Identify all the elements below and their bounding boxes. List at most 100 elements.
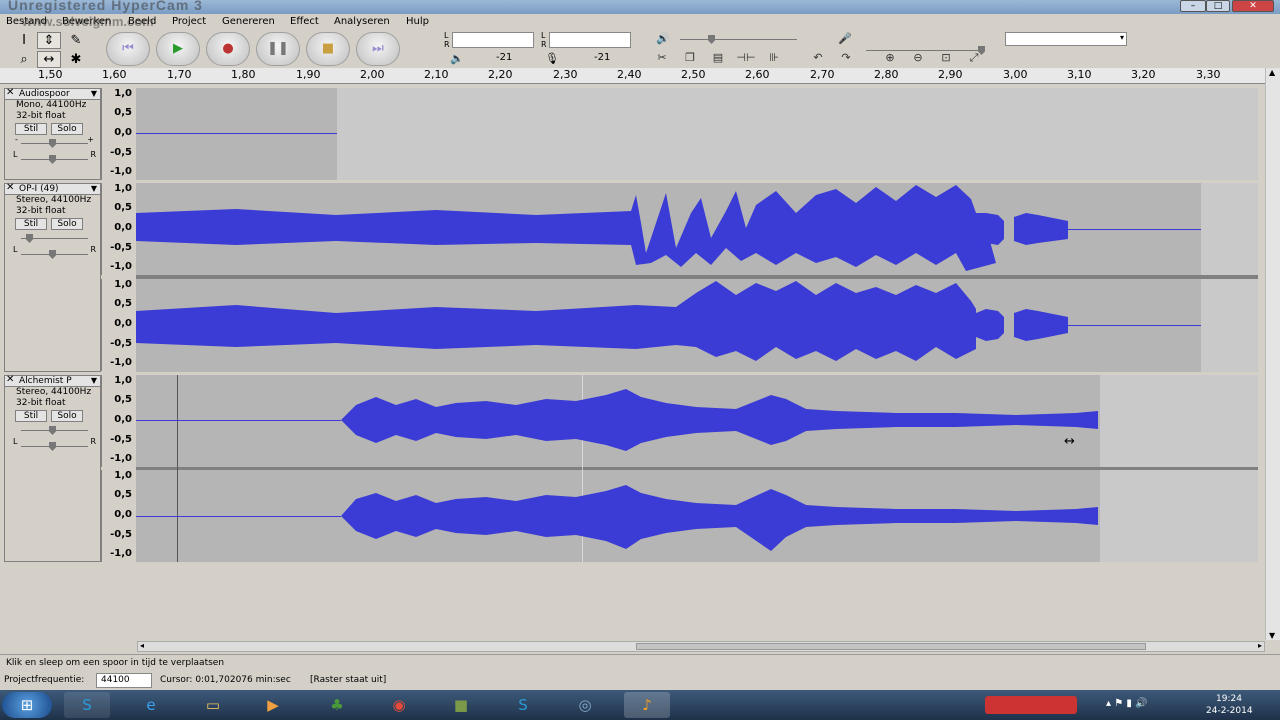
mute-button[interactable]: Stil bbox=[15, 410, 47, 422]
solo-button[interactable]: Solo bbox=[51, 410, 83, 422]
watermark-url: www.solveigmm.com bbox=[22, 14, 154, 29]
microphone-icon[interactable]: 🎙 bbox=[545, 52, 559, 65]
scroll-right-icon[interactable]: ▸ bbox=[1258, 641, 1262, 650]
watermark-text: Unregistered HyperCam 3 bbox=[8, 0, 203, 13]
horizontal-scrollbar[interactable]: ◂ ▸ bbox=[137, 641, 1265, 652]
scroll-up-icon[interactable]: ▲ bbox=[1269, 68, 1275, 77]
minimize-button[interactable]: – bbox=[1180, 0, 1206, 12]
playback-meter[interactable] bbox=[452, 32, 534, 48]
gain-slider[interactable] bbox=[17, 233, 92, 244]
pan-slider[interactable]: LR bbox=[13, 150, 96, 165]
pan-slider[interactable]: LR bbox=[13, 437, 96, 452]
audacity-icon[interactable]: ♪ bbox=[624, 692, 670, 718]
draw-tool-icon[interactable]: ✎ bbox=[64, 32, 88, 49]
gain-slider[interactable] bbox=[17, 425, 92, 436]
track-menu-chevron-icon[interactable]: ▼ bbox=[91, 184, 97, 194]
chevron-down-icon: ▾ bbox=[1119, 33, 1124, 42]
ruler-tick: 1,60 bbox=[102, 68, 127, 81]
input-volume-icon: 🎤 bbox=[838, 32, 852, 45]
playback-volume-slider[interactable] bbox=[676, 34, 801, 45]
track-name[interactable]: OP-I (49) bbox=[19, 184, 59, 194]
multi-tool-icon[interactable]: ✱ bbox=[64, 51, 88, 68]
speaker-icon[interactable]: 🔈 bbox=[450, 52, 464, 65]
paste-icon[interactable]: ▤ bbox=[708, 50, 728, 66]
track-vertical-scale: 1,0 0,5 0,0 -0,5 -1,0 bbox=[101, 88, 136, 180]
recording-indicator[interactable] bbox=[985, 696, 1077, 714]
pan-slider[interactable]: LR bbox=[13, 245, 96, 260]
scroll-thumb[interactable] bbox=[636, 643, 1146, 650]
scroll-left-icon[interactable]: ◂ bbox=[140, 641, 144, 650]
zoom-tool-icon[interactable]: ⌕ bbox=[12, 51, 36, 68]
skype-icon[interactable]: S bbox=[64, 692, 110, 718]
selection-tool-icon[interactable]: I bbox=[12, 32, 36, 49]
solo-button[interactable]: Solo bbox=[51, 123, 83, 135]
play-button[interactable]: ▶ bbox=[156, 32, 200, 66]
ruler-tick: 1,50 bbox=[38, 68, 63, 81]
file-explorer-icon[interactable]: ▭ bbox=[190, 692, 236, 718]
skype-window-icon[interactable]: S bbox=[500, 692, 546, 718]
start-button-icon[interactable]: ⊞ bbox=[2, 692, 52, 718]
menu-hulp[interactable]: Hulp bbox=[406, 16, 429, 27]
clock-time[interactable]: 19:24 bbox=[1216, 694, 1242, 704]
fit-project-icon[interactable]: ⤢ bbox=[964, 50, 984, 66]
rate-select[interactable]: 44100 bbox=[96, 673, 152, 688]
menu-project[interactable]: Project bbox=[172, 16, 206, 27]
media-player-icon[interactable]: ▶ bbox=[250, 692, 296, 718]
close-track-icon[interactable]: ✕ bbox=[6, 88, 14, 98]
timeline-ruler[interactable]: 1,50 1,60 1,70 1,80 1,90 2,00 2,10 2,20 … bbox=[0, 68, 1265, 84]
track-menu-chevron-icon[interactable]: ▼ bbox=[91, 376, 97, 386]
tree-app-icon[interactable]: ♣ bbox=[314, 692, 360, 718]
tray-icons[interactable]: ▴ ⚑ ▮ 🔊 bbox=[1106, 698, 1147, 709]
record-meter[interactable] bbox=[549, 32, 631, 48]
minecraft-icon[interactable]: ■ bbox=[438, 692, 484, 718]
rec-meter-left-label: L bbox=[541, 31, 546, 40]
resize-cursor-icon: ↔ bbox=[1064, 434, 1075, 449]
track-waveform-audiospoor[interactable] bbox=[136, 88, 1258, 180]
clock-date[interactable]: 24-2-2014 bbox=[1206, 706, 1253, 716]
track-menu-chevron-icon[interactable]: ▼ bbox=[91, 89, 97, 99]
zoom-out-icon[interactable]: ⊖ bbox=[908, 50, 928, 66]
menu-analyseren[interactable]: Analyseren bbox=[334, 16, 390, 27]
track-name[interactable]: Alchemist P bbox=[19, 376, 72, 386]
maximize-button[interactable]: □ bbox=[1206, 0, 1230, 12]
stop-button[interactable]: ■ bbox=[306, 32, 350, 66]
flat-waveform bbox=[136, 133, 337, 134]
zoom-in-icon[interactable]: ⊕ bbox=[880, 50, 900, 66]
timeshift-tool-icon[interactable]: ↔ bbox=[37, 51, 61, 68]
ruler-tick: 2,70 bbox=[810, 68, 835, 81]
mute-button[interactable]: Stil bbox=[15, 123, 47, 135]
track-name[interactable]: Audiospoor bbox=[19, 89, 70, 99]
silence-icon[interactable]: ⊪ bbox=[764, 50, 784, 66]
skip-end-button[interactable]: ⏭ bbox=[356, 32, 400, 66]
menu-effect[interactable]: Effect bbox=[290, 16, 319, 27]
mute-button[interactable]: Stil bbox=[15, 218, 47, 230]
ruler-tick: 2,40 bbox=[617, 68, 642, 81]
internet-explorer-icon[interactable]: e bbox=[128, 692, 174, 718]
track-waveform-alchemist[interactable] bbox=[136, 375, 1258, 562]
close-button[interactable]: ✕ bbox=[1232, 0, 1274, 12]
ruler-tick: 3,10 bbox=[1067, 68, 1092, 81]
track-waveform-op-i[interactable] bbox=[136, 183, 1258, 372]
close-track-icon[interactable]: ✕ bbox=[6, 375, 14, 385]
envelope-tool-icon[interactable]: ⇕ bbox=[37, 32, 61, 49]
gain-slider[interactable]: - + bbox=[15, 135, 94, 149]
copy-icon[interactable]: ❐ bbox=[680, 50, 700, 66]
pause-button[interactable]: ❚❚ bbox=[256, 32, 300, 66]
trim-icon[interactable]: ⊣⊢ bbox=[736, 50, 756, 66]
vertical-scrollbar[interactable]: ▲ ▼ bbox=[1265, 68, 1280, 640]
record-button[interactable]: ● bbox=[206, 32, 250, 66]
hypercam-icon[interactable]: ◎ bbox=[562, 692, 608, 718]
redo-icon[interactable]: ↷ bbox=[836, 50, 856, 66]
input-device-select[interactable]: ▾ bbox=[1005, 32, 1127, 46]
fit-selection-icon[interactable]: ⊡ bbox=[936, 50, 956, 66]
solo-button[interactable]: Solo bbox=[51, 218, 83, 230]
close-track-icon[interactable]: ✕ bbox=[6, 183, 14, 193]
undo-icon[interactable]: ↶ bbox=[808, 50, 828, 66]
cut-icon[interactable]: ✂ bbox=[652, 50, 672, 66]
chrome-icon[interactable]: ◉ bbox=[376, 692, 422, 718]
menu-genereren[interactable]: Genereren bbox=[222, 16, 275, 27]
skip-start-button[interactable]: ⏮ bbox=[106, 32, 150, 66]
ruler-tick: 3,00 bbox=[1003, 68, 1028, 81]
selection-bar: Projectfrequentie: 44100 Cursor: 0:01,70… bbox=[0, 672, 1280, 690]
scroll-down-icon[interactable]: ▼ bbox=[1269, 631, 1275, 640]
